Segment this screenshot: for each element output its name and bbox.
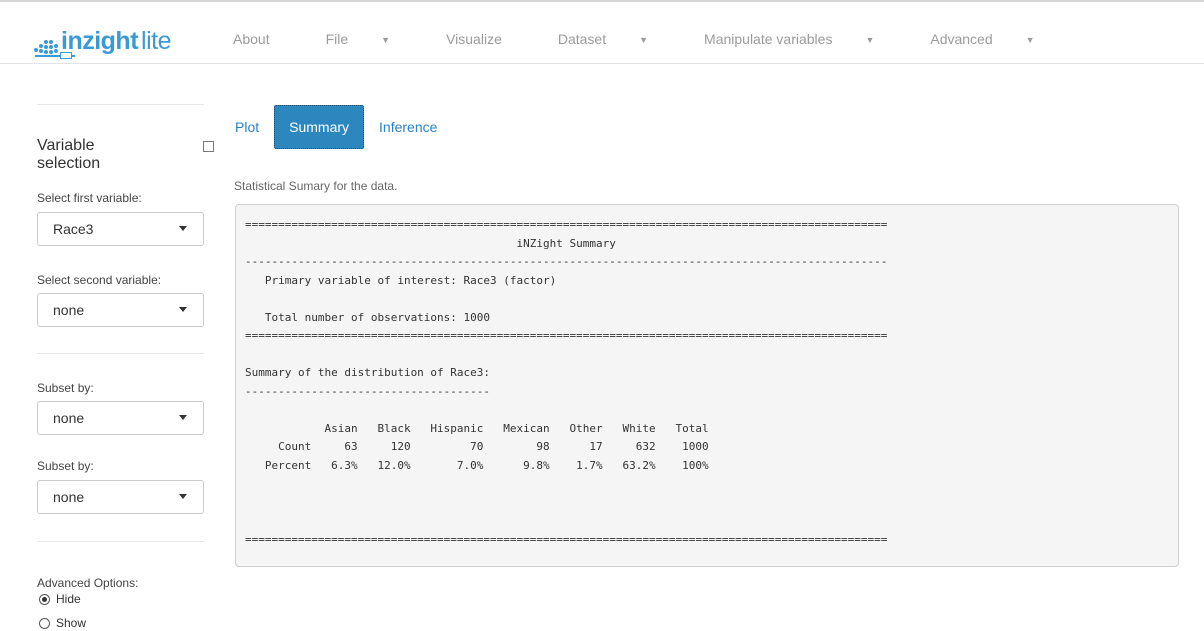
tab-plot[interactable]: Plot <box>222 105 272 149</box>
top-navbar: inzight lite About File ▼ Visualize Datase… <box>0 0 1204 64</box>
chevron-down-icon <box>179 415 187 420</box>
sidebar-divider <box>37 104 204 105</box>
caret-down-icon: ▼ <box>639 35 649 45</box>
brand-name: inzight lite <box>61 27 171 55</box>
radio-hide-label: Hide <box>56 592 81 606</box>
output-tabs: Plot Summary Inference <box>222 105 450 149</box>
logo-box-icon <box>60 52 72 59</box>
variable-selection-title: Variable selection <box>37 137 101 172</box>
caret-down-icon: ▼ <box>381 35 391 45</box>
brand-suffix: lite <box>141 27 171 55</box>
app-logo[interactable]: inzight lite <box>33 24 171 54</box>
panel-toggle-checkbox[interactable] <box>203 141 214 152</box>
subset-by-select[interactable]: none <box>37 401 204 435</box>
first-variable-select[interactable]: Race3 <box>37 212 204 246</box>
nav-about[interactable]: About <box>233 31 298 47</box>
second-variable-value: none <box>53 302 85 318</box>
chevron-down-icon <box>179 494 187 499</box>
nav-advanced[interactable]: Advanced ▼ <box>930 31 1062 47</box>
radio-hide[interactable]: Hide <box>39 592 81 606</box>
sidebar-divider <box>37 353 204 354</box>
subset-by-label: Subset by: <box>37 381 94 395</box>
chevron-down-icon <box>179 226 187 231</box>
nav-visualize[interactable]: Visualize <box>446 31 530 47</box>
tab-summary[interactable]: Summary <box>274 105 365 149</box>
radio-show[interactable]: Show <box>39 616 86 630</box>
sidebar-divider <box>37 541 204 542</box>
advanced-options-label: Advanced Options: <box>37 576 139 590</box>
radio-selected-icon[interactable] <box>39 593 50 605</box>
subset-by-2-select[interactable]: none <box>37 480 204 514</box>
main-nav: About File ▼ Visualize Dataset ▼ Manipulat… <box>233 31 1091 47</box>
nav-manipulate-variables[interactable]: Manipulate variables ▼ <box>704 31 902 47</box>
summary-text: ========================================… <box>245 218 888 546</box>
radio-unselected-icon[interactable] <box>39 617 50 629</box>
caret-down-icon: ▼ <box>865 35 875 45</box>
tab-inference[interactable]: Inference <box>366 105 450 149</box>
first-variable-label: Select first variable: <box>37 191 142 205</box>
first-variable-value: Race3 <box>53 221 94 237</box>
second-variable-select[interactable]: none <box>37 293 204 327</box>
nav-file[interactable]: File ▼ <box>326 31 418 47</box>
summary-output: ========================================… <box>235 204 1179 567</box>
summary-caption: Statistical Sumary for the data. <box>234 179 398 193</box>
caret-down-icon: ▼ <box>1025 35 1035 45</box>
radio-show-label: Show <box>56 616 87 630</box>
subset-by-value: none <box>53 410 85 426</box>
subset-by-2-label: Subset by: <box>37 459 94 473</box>
subset-by-2-value: none <box>53 489 85 505</box>
nav-dataset[interactable]: Dataset ▼ <box>558 31 676 47</box>
logo-dots-icon <box>33 34 59 54</box>
chevron-down-icon <box>179 307 187 312</box>
second-variable-label: Select second variable: <box>37 273 162 287</box>
